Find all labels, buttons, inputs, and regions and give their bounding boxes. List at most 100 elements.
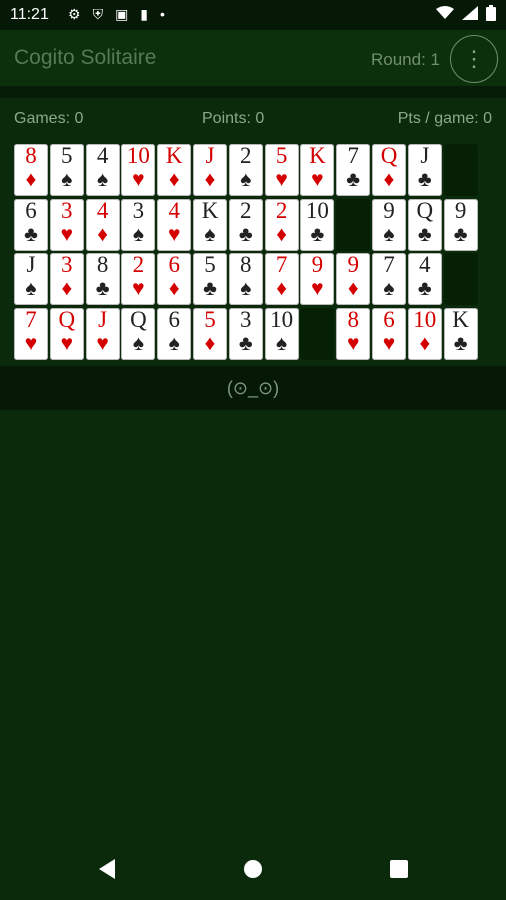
playing-card[interactable]: 6 ♦	[157, 253, 192, 305]
card-suit-icon: ♥	[311, 168, 324, 191]
playing-card[interactable]: 8 ♥	[336, 307, 371, 360]
playing-card[interactable]: K ♥	[300, 144, 335, 196]
playing-card[interactable]: 7 ♥	[14, 306, 48, 360]
home-icon	[243, 859, 263, 884]
card-rank: J	[420, 143, 430, 168]
playing-card[interactable]: 3 ♥	[49, 198, 84, 251]
playing-card[interactable]: 3 ♠	[121, 198, 156, 251]
card-rank: 10	[126, 143, 150, 168]
card-rank: Q	[130, 306, 147, 332]
status-bar: 11:21 ⚙ ⛨ ▣ ▮ •	[0, 0, 506, 30]
playing-card[interactable]: 5 ♣	[193, 253, 227, 305]
status-time: 11:21	[10, 6, 49, 23]
playing-card[interactable]: 9 ♠	[372, 198, 406, 251]
empty-card-slot[interactable]	[443, 253, 478, 305]
back-icon	[97, 858, 117, 885]
card-rank: K	[165, 143, 183, 168]
card-rank: 6	[383, 306, 395, 332]
playing-card[interactable]: K ♠	[193, 198, 227, 251]
playing-card[interactable]: 9 ♥	[300, 252, 335, 305]
playing-card[interactable]: 6 ♥	[372, 306, 406, 360]
playing-card[interactable]: 9 ♦	[336, 253, 371, 305]
card-suit-icon: ♦	[419, 331, 431, 355]
card-suit-icon: ♥	[311, 277, 324, 300]
empty-card-slot[interactable]	[336, 198, 371, 251]
card-suit-icon: ♠	[276, 331, 288, 355]
playing-card[interactable]: 2 ♣	[228, 198, 263, 251]
playing-card[interactable]: Q ♥	[49, 307, 84, 360]
playing-card[interactable]: 2 ♥	[121, 253, 156, 305]
app-bar: Cogito Solitaire Round: 1 ⋮	[0, 30, 506, 86]
playing-card[interactable]: 10 ♠	[264, 307, 299, 360]
empty-card-slot[interactable]	[300, 307, 335, 360]
playing-card[interactable]: Q ♦	[372, 144, 406, 196]
navigation-bar	[0, 842, 506, 900]
card-rank: 3	[240, 306, 252, 332]
playing-card[interactable]: 9 ♣	[443, 198, 478, 251]
recents-button[interactable]	[370, 842, 428, 900]
playing-card[interactable]: Q ♠	[121, 306, 156, 360]
card-rank: Q	[416, 197, 434, 223]
playing-card[interactable]: 2 ♠	[228, 144, 263, 196]
card-rank: 10	[413, 306, 437, 332]
playing-card[interactable]: 6 ♣	[14, 198, 48, 251]
card-suit-icon: ♥	[346, 331, 360, 355]
card-rank: 7	[25, 306, 37, 332]
playing-card[interactable]: 2 ♦	[264, 198, 299, 251]
playing-card[interactable]: K ♦	[157, 143, 192, 196]
battery-icon	[486, 5, 496, 26]
playing-card[interactable]: 3 ♦	[49, 252, 84, 305]
playing-card[interactable]: 10 ♦	[407, 306, 442, 360]
playing-card[interactable]: 8 ♣	[85, 253, 120, 305]
playing-card[interactable]: 7 ♣	[336, 144, 371, 196]
card-rank: 9	[311, 252, 324, 277]
card-suit-icon: ♦	[204, 168, 216, 191]
playing-card[interactable]: 6 ♠	[157, 306, 192, 360]
playing-card[interactable]: 10 ♥	[121, 143, 156, 196]
card-rank: 5	[204, 252, 216, 277]
playing-card[interactable]: 5 ♠	[49, 143, 84, 196]
back-button[interactable]	[78, 842, 136, 900]
playing-card[interactable]: Q ♣	[407, 197, 442, 251]
card-rank: 6	[168, 306, 180, 332]
more-vertical-icon: ⋮	[463, 46, 485, 71]
playing-card[interactable]: 4 ♥	[157, 197, 192, 251]
playing-card[interactable]: 7 ♦	[264, 253, 299, 305]
home-button[interactable]	[224, 842, 282, 900]
card-rank: 5	[61, 143, 73, 168]
card-suit-icon: ♦	[204, 331, 216, 355]
playing-card[interactable]: 3 ♣	[228, 306, 263, 360]
card-suit-icon: ♣	[417, 168, 432, 191]
playing-card[interactable]: K ♣	[443, 306, 478, 360]
playing-card[interactable]: J ♣	[407, 143, 442, 196]
recents-icon	[389, 859, 409, 884]
signal-icon	[462, 6, 478, 25]
games-stat: Games: 0	[14, 110, 84, 127]
card-rank: 4	[168, 197, 180, 223]
playing-card[interactable]: 4 ♦	[85, 198, 120, 251]
playing-card[interactable]: 4 ♣	[407, 253, 442, 305]
playing-card[interactable]: J ♥	[85, 306, 120, 360]
playing-card[interactable]: 5 ♥	[264, 143, 299, 196]
empty-card-slot[interactable]	[443, 144, 478, 196]
card-rank: 3	[61, 252, 73, 277]
wifi-icon	[436, 6, 454, 25]
playing-card[interactable]: 7 ♠	[372, 253, 406, 305]
playing-card[interactable]: J ♠	[14, 253, 48, 305]
card-suit-icon: ♠	[383, 222, 395, 246]
card-rank: J	[205, 143, 215, 168]
card-suit-icon: ♣	[346, 168, 361, 191]
playing-card[interactable]: 8 ♦	[14, 144, 48, 196]
playing-card[interactable]: 5 ♦	[193, 307, 227, 360]
card-suit-icon: ♦	[168, 277, 180, 300]
card-rank: 7	[383, 252, 395, 277]
card-rank: 5	[275, 143, 288, 168]
card-rank: J	[98, 306, 108, 332]
playing-card[interactable]: 8 ♠	[228, 253, 263, 305]
playing-card[interactable]: 10 ♣	[300, 198, 335, 251]
more-options-button[interactable]: ⋮	[450, 35, 498, 83]
playing-card[interactable]: J ♦	[193, 144, 227, 196]
card-rank: K	[452, 306, 469, 332]
points-stat: Points: 0	[202, 110, 265, 127]
playing-card[interactable]: 4 ♠	[85, 144, 120, 196]
